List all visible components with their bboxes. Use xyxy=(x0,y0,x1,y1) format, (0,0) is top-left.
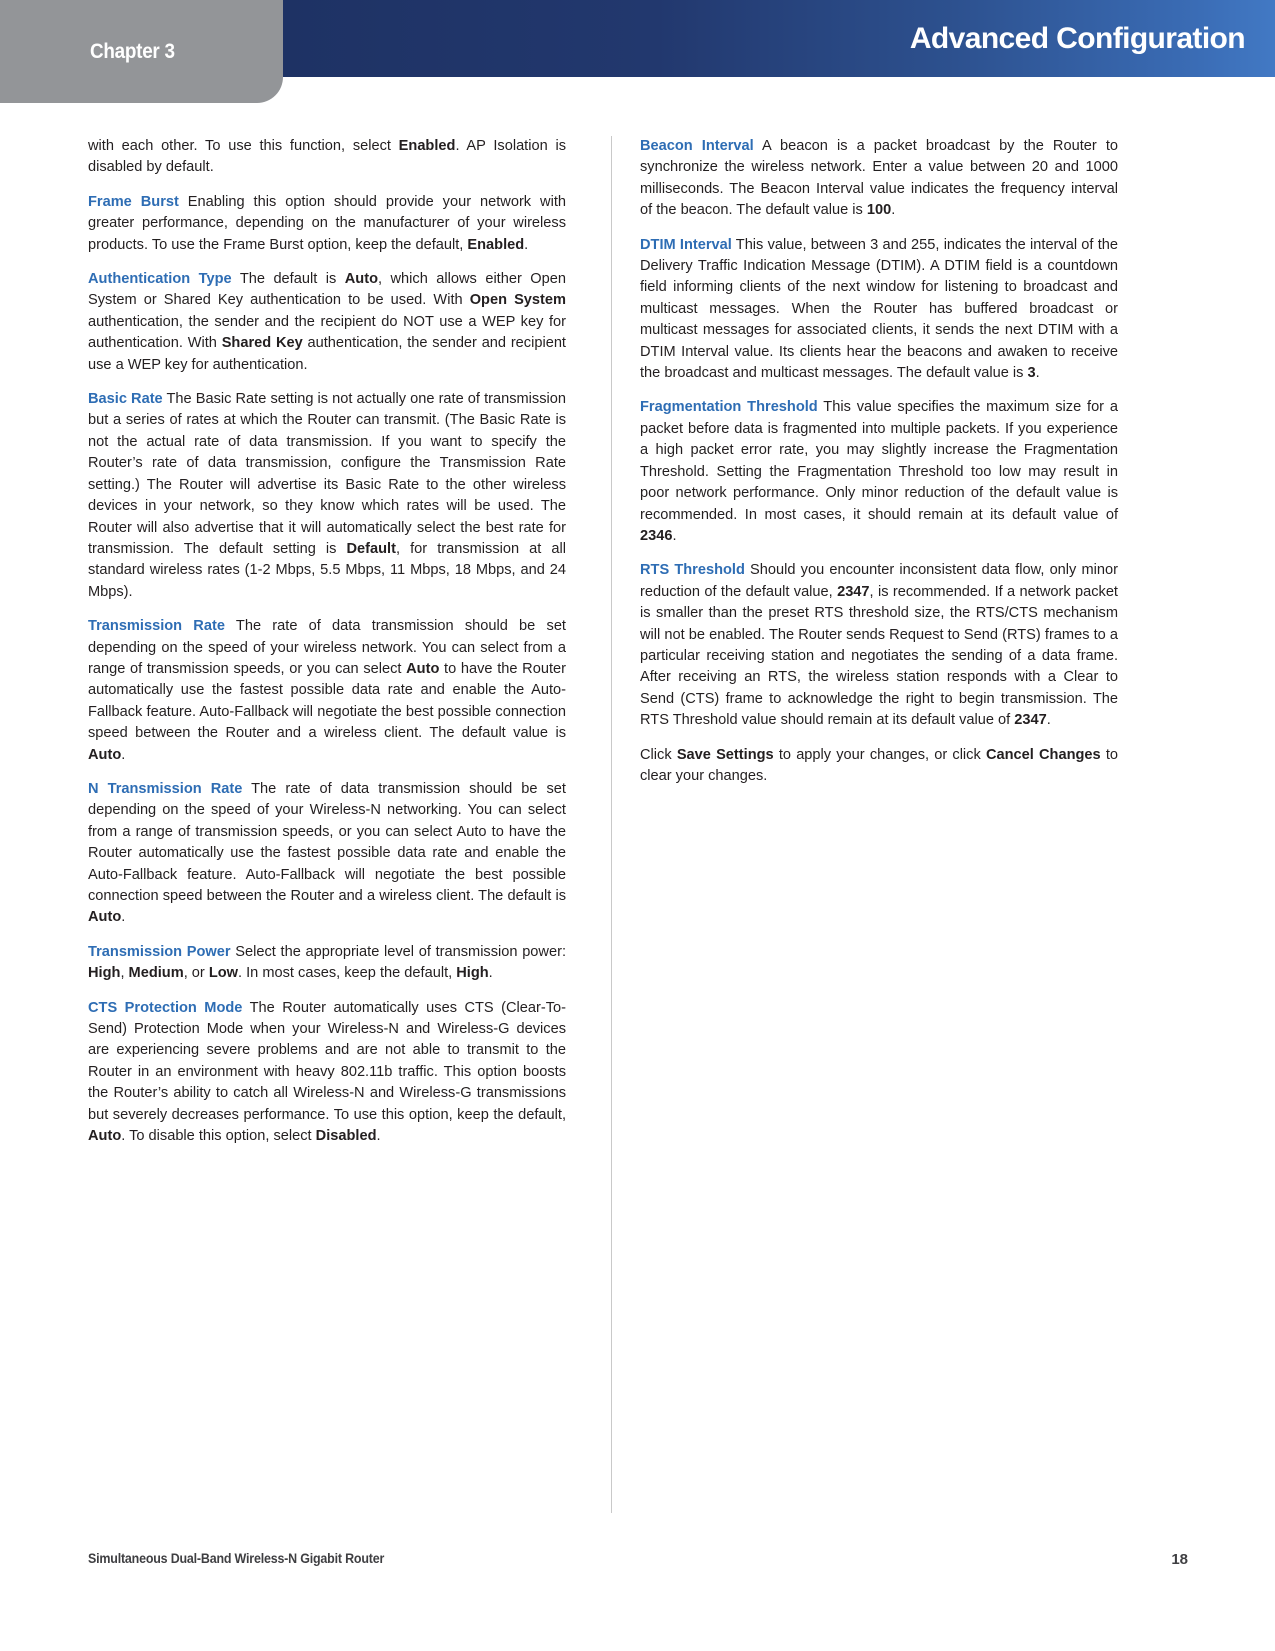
emphasis-value: Enabled xyxy=(398,138,456,154)
emphasis-value: Auto xyxy=(406,660,440,677)
setting-term-dtim-interval: DTIM Interval xyxy=(640,236,732,253)
paragraph-ap-isolation-cont: with each other. To use this function, s… xyxy=(88,136,566,179)
setting-term-transmission-rate: Transmission Rate xyxy=(88,618,225,635)
body-text: The default is xyxy=(231,271,345,288)
emphasis-value: Auto xyxy=(88,746,122,763)
footer-page-number: 18 xyxy=(1171,1551,1188,1568)
body-text: . xyxy=(121,746,126,763)
emphasis-value: Default xyxy=(346,540,396,557)
emphasis-value: Low xyxy=(208,965,239,982)
body-text: . xyxy=(488,965,493,982)
paragraph-basic-rate: Basic Rate The Basic Rate setting is not… xyxy=(88,389,566,603)
paragraph-cts-protection-mode: CTS Protection Mode The Router automatic… xyxy=(88,998,566,1148)
paragraph-fragmentation-threshold: Fragmentation Threshold This value speci… xyxy=(640,397,1118,547)
paragraph-dtim-interval: DTIM Interval This value, between 3 and … xyxy=(640,235,1118,385)
emphasis-value: Disabled xyxy=(315,1128,377,1145)
emphasis-value: Save Settings xyxy=(676,746,774,763)
footer-product-name-text: Simultaneous Dual-Band Wireless-N Gigabi… xyxy=(88,1551,385,1566)
emphasis-value: 2346 xyxy=(640,527,673,544)
page-title: Advanced Configuration xyxy=(909,21,1246,56)
paragraph-transmission-power: Transmission Power Select the appropriat… xyxy=(88,942,566,985)
emphasis-value: Medium xyxy=(128,965,184,982)
body-text: . xyxy=(891,202,896,219)
paragraph-transmission-rate: Transmission Rate The rate of data trans… xyxy=(88,616,566,766)
body-text: to apply your changes, or click xyxy=(773,746,986,763)
footer-product-name: Simultaneous Dual-Band Wireless-N Gigabi… xyxy=(88,1551,406,1566)
setting-term-fragmentation-threshold: Fragmentation Threshold xyxy=(640,399,818,416)
emphasis-value: 3 xyxy=(1027,365,1036,382)
body-text: . In most cases, keep the default, xyxy=(238,965,457,982)
page-header: Advanced Configuration Chapter 3 xyxy=(0,0,1275,103)
paragraph-rts-threshold: RTS Threshold Should you encounter incon… xyxy=(640,560,1118,731)
body-text: . xyxy=(672,527,677,544)
right-column: Beacon Interval A beacon is a packet bro… xyxy=(640,136,1118,787)
emphasis-value: Open System xyxy=(469,292,566,309)
setting-term-cts-protection-mode: CTS Protection Mode xyxy=(88,999,243,1016)
body-text: The Router automatically uses CTS (Clear… xyxy=(88,999,566,1123)
page-footer: Simultaneous Dual-Band Wireless-N Gigabi… xyxy=(88,1551,1188,1573)
body-text: , is recommended. If a network packet is… xyxy=(640,583,1118,729)
setting-term-authentication-type: Authentication Type xyxy=(88,271,232,288)
body-text: , or xyxy=(183,965,209,982)
body-text: This value, between 3 and 255, indicates… xyxy=(640,236,1118,382)
chapter-tab: Chapter 3 xyxy=(0,0,283,103)
body-text: , xyxy=(120,965,129,982)
emphasis-value: Auto xyxy=(344,271,378,288)
paragraph-beacon-interval: Beacon Interval A beacon is a packet bro… xyxy=(640,136,1118,222)
emphasis-value: 100 xyxy=(866,202,892,219)
setting-term-n-transmission-rate: N Transmission Rate xyxy=(88,780,243,797)
paragraph-frame-burst: Frame Burst Enabling this option should … xyxy=(88,192,566,256)
emphasis-value: Cancel Changes xyxy=(985,746,1101,763)
emphasis-value: Auto xyxy=(88,1128,122,1145)
body-text: This value specifies the maximum size fo… xyxy=(640,399,1118,523)
body-text: Select the appropriate level of transmis… xyxy=(230,943,566,960)
body-text: Click xyxy=(640,746,677,763)
emphasis-value: 2347 xyxy=(837,583,870,600)
emphasis-value: High xyxy=(456,965,489,982)
page-title-text: Advanced Configuration xyxy=(909,21,1246,55)
header-band: Advanced Configuration xyxy=(277,0,1275,77)
body-text: with each other. To use this function, s… xyxy=(88,138,399,154)
paragraph-authentication-type: Authentication Type The default is Auto,… xyxy=(88,269,566,376)
body-text: . xyxy=(524,236,529,253)
setting-term-beacon-interval: Beacon Interval xyxy=(640,138,754,154)
body-text: The rate of data transmission should be … xyxy=(88,780,566,904)
body-text: The Basic Rate setting is not actually o… xyxy=(88,391,566,557)
emphasis-value: High xyxy=(88,965,121,982)
setting-term-basic-rate: Basic Rate xyxy=(88,391,163,408)
body-text: . xyxy=(1035,365,1040,382)
paragraph-save-settings-note: Click Save Settings to apply your change… xyxy=(640,745,1118,788)
emphasis-value: Enabled xyxy=(467,236,525,253)
column-divider xyxy=(611,136,612,1513)
emphasis-value: Shared Key xyxy=(221,335,303,352)
setting-term-frame-burst: Frame Burst xyxy=(88,193,179,210)
chapter-label: Chapter 3 xyxy=(90,40,184,64)
body-text: . To disable this option, select xyxy=(121,1128,316,1145)
emphasis-value: 2347 xyxy=(1014,712,1047,729)
paragraph-n-transmission-rate: N Transmission Rate The rate of data tra… xyxy=(88,779,566,929)
emphasis-value: Auto xyxy=(88,909,122,926)
body-text: . xyxy=(121,909,126,926)
body-text: . xyxy=(376,1128,381,1145)
left-column: with each other. To use this function, s… xyxy=(88,136,566,1147)
body-text: . xyxy=(1046,712,1051,729)
setting-term-transmission-power: Transmission Power xyxy=(88,943,231,960)
chapter-label-text: Chapter 3 xyxy=(90,40,175,63)
setting-term-rts-threshold: RTS Threshold xyxy=(640,562,745,579)
